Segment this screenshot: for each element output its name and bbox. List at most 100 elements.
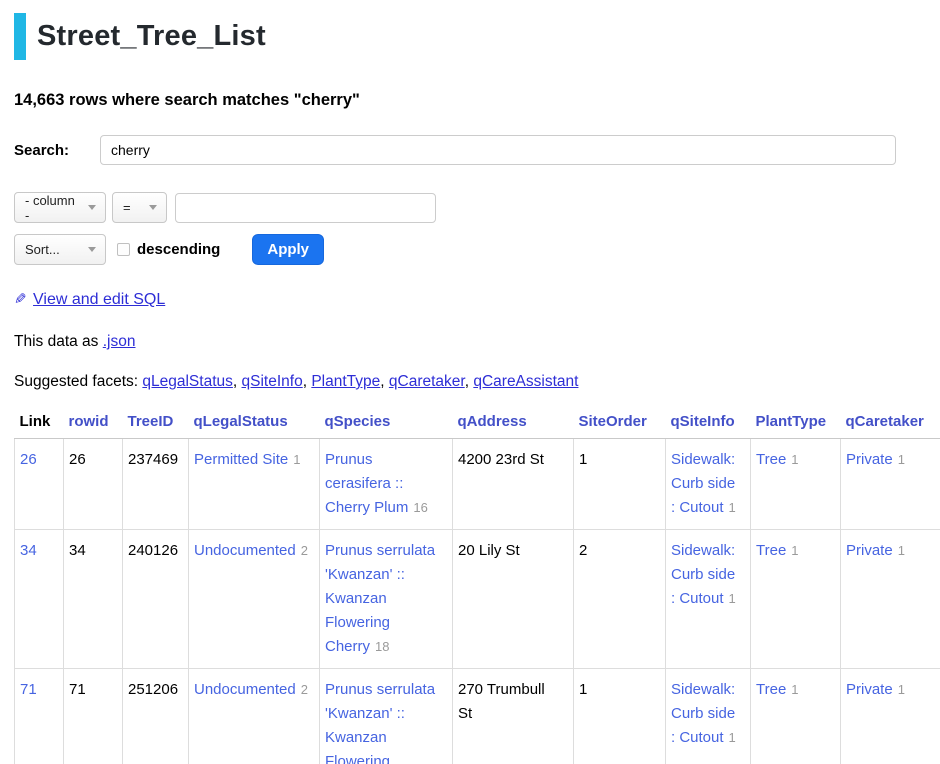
column-header-qspecies[interactable]: qSpecies	[325, 413, 391, 430]
page-title: Street_Tree_List	[26, 13, 266, 60]
table-row: 26 26 237469 Permitted Site 1 Prunus cera…	[15, 439, 940, 530]
table-header-row: Link rowid TreeID qLegalStatus qSpecies …	[15, 409, 940, 439]
plant-type-link[interactable]: Tree	[756, 542, 786, 559]
cell-qsiteinfo: Sidewalk: Curb side : Cutout1	[666, 439, 751, 530]
suggested-facets-line: Suggested facets: qLegalStatus qSiteInfo P…	[14, 373, 940, 391]
facet-link-planttype[interactable]: PlantType	[311, 373, 380, 390]
row-link[interactable]: 71	[20, 681, 37, 698]
page-container: Street_Tree_List 14,663 rows where searc…	[0, 13, 940, 764]
plant-type-link[interactable]: Tree	[756, 451, 786, 468]
facet-count: 1	[729, 591, 736, 606]
facet-count: 2	[301, 682, 308, 697]
cell-rowid: 71	[64, 669, 123, 764]
results-table: Link rowid TreeID qLegalStatus qSpecies …	[14, 409, 940, 764]
column-header-rowid[interactable]: rowid	[69, 413, 109, 430]
facet-count: 1	[898, 452, 905, 467]
caretaker-link[interactable]: Private	[846, 451, 893, 468]
cell-qlegalstatus: Undocumented 2	[189, 669, 320, 764]
column-select[interactable]: - column -	[14, 192, 106, 223]
facet-count: 1	[791, 452, 798, 467]
search-row: Search:	[14, 135, 940, 165]
row-link[interactable]: 34	[20, 542, 37, 559]
cell-qaddress: 270 Trumbull St	[453, 669, 574, 764]
cell-rowid: 34	[64, 530, 123, 669]
search-input[interactable]	[100, 135, 896, 165]
facet-link-qlegalstatus[interactable]: qLegalStatus	[142, 373, 233, 390]
cell-treeid: 240126	[123, 530, 189, 669]
row-link[interactable]: 26	[20, 451, 37, 468]
apply-button[interactable]: Apply	[252, 234, 324, 265]
column-header-qcaretaker[interactable]: qCaretaker	[846, 413, 924, 430]
site-info-link[interactable]: Sidewalk: Curb side : Cutout	[671, 451, 735, 516]
descending-checkbox[interactable]	[117, 243, 130, 256]
descending-label: descending	[137, 241, 220, 258]
facet-count: 1	[293, 452, 300, 467]
operator-select[interactable]: =	[112, 192, 167, 223]
species-link[interactable]: Prunus serrulata 'Kwanzan' :: Kwanzan Fl…	[325, 681, 435, 764]
cell-qcaretaker: Private1	[841, 669, 940, 764]
species-link[interactable]: Prunus cerasifera :: Cherry Plum	[325, 451, 408, 516]
facet-item: PlantType	[311, 373, 389, 390]
suggested-facets-label: Suggested facets:	[14, 373, 142, 390]
legal-status-link[interactable]: Permitted Site	[194, 451, 288, 468]
cell-treeid: 237469	[123, 439, 189, 530]
column-header-qaddress[interactable]: qAddress	[458, 413, 527, 430]
facet-item: qSiteInfo	[242, 373, 312, 390]
cell-qaddress: 4200 23rd St	[453, 439, 574, 530]
legal-status-link[interactable]: Undocumented	[194, 542, 296, 559]
sort-select[interactable]: Sort...	[14, 234, 106, 265]
cell-qspecies: Prunus cerasifera :: Cherry Plum16	[320, 439, 453, 530]
cell-planttype: Tree 1	[751, 530, 841, 669]
cell-siteorder: 2	[574, 530, 666, 669]
column-header-siteorder[interactable]: SiteOrder	[579, 413, 647, 430]
cell-qsiteinfo: Sidewalk: Curb side : Cutout1	[666, 669, 751, 764]
sort-row: Sort... descending Apply	[14, 234, 940, 265]
cell-qcaretaker: Private 1	[841, 439, 940, 530]
sort-select-value: Sort...	[25, 242, 60, 257]
json-link[interactable]: .json	[103, 333, 136, 350]
view-edit-sql-link[interactable]: View and edit SQL	[33, 291, 165, 308]
page-header: Street_Tree_List	[14, 13, 940, 60]
cell-qlegalstatus: Undocumented 2	[189, 530, 320, 669]
site-info-link[interactable]: Sidewalk: Curb side : Cutout	[671, 542, 735, 607]
filter-row: - column - =	[14, 192, 940, 223]
table-row: 34 34 240126 Undocumented 2 Prunus serrul…	[15, 530, 940, 669]
caretaker-link[interactable]: Private	[846, 681, 893, 698]
cell-siteorder: 1	[574, 439, 666, 530]
facet-count: 1	[791, 682, 798, 697]
cell-qspecies: Prunus serrulata 'Kwanzan' :: Kwanzan Fl…	[320, 530, 453, 669]
cell-qaddress: 20 Lily St	[453, 530, 574, 669]
column-header-planttype[interactable]: PlantType	[756, 413, 827, 430]
operator-select-value: =	[123, 200, 131, 215]
filter-value-input[interactable]	[175, 193, 436, 223]
facet-link-qsiteinfo[interactable]: qSiteInfo	[242, 373, 303, 390]
plant-type-link[interactable]: Tree	[756, 681, 786, 698]
column-header-treeid[interactable]: TreeID	[128, 413, 174, 430]
sql-line: ✎ View and edit SQL	[14, 290, 940, 309]
cell-qsiteinfo: Sidewalk: Curb side : Cutout1	[666, 530, 751, 669]
cell-qspecies: Prunus serrulata 'Kwanzan' :: Kwanzan Fl…	[320, 669, 453, 764]
data-as-line: This data as .json	[14, 333, 940, 351]
facet-item: qCareAssistant	[473, 373, 578, 390]
cell-qlegalstatus: Permitted Site 1	[189, 439, 320, 530]
column-select-value: - column -	[25, 193, 80, 223]
legal-status-link[interactable]: Undocumented	[194, 681, 296, 698]
facet-link-qcaretaker[interactable]: qCaretaker	[389, 373, 465, 390]
data-as-text: This data as	[14, 333, 103, 350]
site-info-link[interactable]: Sidewalk: Curb side : Cutout	[671, 681, 735, 746]
cell-rowid: 26	[64, 439, 123, 530]
column-header-qlegalstatus[interactable]: qLegalStatus	[194, 413, 288, 430]
caretaker-link[interactable]: Private	[846, 542, 893, 559]
column-header-qsiteinfo[interactable]: qSiteInfo	[671, 413, 735, 430]
facet-count: 1	[791, 543, 798, 558]
cell-planttype: Tree 1	[751, 439, 841, 530]
facet-count: 18	[375, 639, 389, 654]
row-count-summary: 14,663 rows where search matches "cherry…	[14, 91, 940, 110]
cell-planttype: Tree 1	[751, 669, 841, 764]
facet-link-qcareassistant[interactable]: qCareAssistant	[473, 373, 578, 390]
facet-count: 16	[413, 500, 427, 515]
facet-count: 2	[301, 543, 308, 558]
chevron-down-icon	[88, 205, 96, 210]
chevron-down-icon	[88, 247, 96, 252]
table-row: 71 71 251206 Undocumented2 Prunus serrul…	[15, 669, 940, 764]
